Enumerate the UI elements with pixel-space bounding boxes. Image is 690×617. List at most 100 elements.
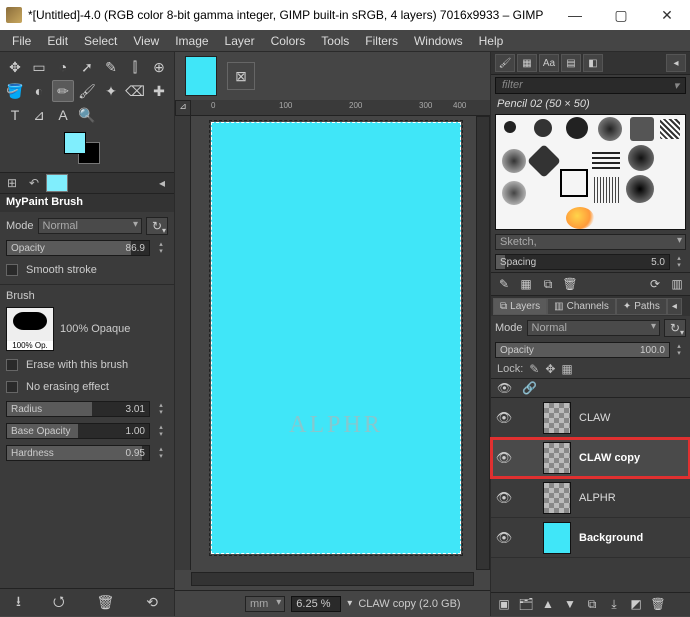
tool-color-picker[interactable]: A — [52, 104, 74, 126]
menu-select[interactable]: Select — [76, 32, 125, 50]
tool-zoom[interactable]: 🔍 — [76, 104, 98, 126]
menu-file[interactable]: File — [4, 32, 39, 50]
tool-brush[interactable]: 🖌 — [76, 80, 98, 102]
layer-thumb[interactable] — [543, 442, 571, 474]
maximize-button[interactable]: ▢ — [598, 0, 644, 30]
dup-layer-icon[interactable]: ⧉ — [583, 597, 601, 612]
tool-gradient[interactable]: ◐ — [28, 80, 50, 102]
opacity-spinner[interactable]: ▴▾ — [154, 241, 168, 255]
image-thumbnail[interactable] — [185, 56, 217, 96]
color-swatches[interactable] — [64, 132, 104, 168]
layer-row[interactable]: 👁 Background — [491, 518, 690, 558]
brush-new-icon[interactable]: ▦ — [517, 276, 535, 292]
eye-icon[interactable]: 👁 — [495, 450, 513, 466]
layer-name[interactable]: CLAW copy — [579, 452, 640, 464]
tool-clone[interactable]: ✦ — [100, 80, 122, 102]
menu-tools[interactable]: Tools — [313, 32, 357, 50]
tool-heal[interactable]: ✚ — [148, 80, 170, 102]
layer-row[interactable]: 👁 CLAW copy — [491, 438, 690, 478]
save-options-icon[interactable]: ⭳ — [16, 591, 21, 615]
merge-layer-icon[interactable]: ⤓ — [605, 597, 623, 612]
restore-options-icon[interactable]: ⭯ — [53, 591, 65, 615]
menu-help[interactable]: Help — [471, 32, 512, 50]
tab-brushes[interactable]: 🖌 — [495, 54, 515, 72]
tool-crop[interactable]: ➚ — [76, 56, 98, 78]
tab-layers[interactable]: ⧉ Layers — [493, 298, 547, 315]
scrollbar-horizontal[interactable] — [191, 572, 474, 586]
spacing-spinner[interactable]: ▴▾ — [672, 255, 686, 269]
brush-grid[interactable] — [495, 114, 686, 230]
tab-gradients[interactable]: ◧ — [583, 54, 603, 72]
tab-history[interactable]: ▤ — [561, 54, 581, 72]
layer-down-icon[interactable]: ▼ — [561, 597, 579, 612]
menu-view[interactable]: View — [125, 32, 167, 50]
brush-del-icon[interactable]: 🗑 — [561, 276, 579, 292]
tool-mypaint-brush[interactable]: ✏ — [52, 80, 74, 102]
mode-reset-button[interactable]: ↻ — [146, 217, 168, 235]
tab-paths[interactable]: ✦ Paths — [616, 298, 667, 315]
ruler-horizontal[interactable]: 0 100 200 300 400 — [191, 100, 490, 116]
brush-dup-icon[interactable]: ⧉ — [539, 276, 557, 292]
scrollbar-vertical[interactable] — [476, 116, 490, 570]
layer-thumb[interactable] — [543, 522, 571, 554]
tool-move[interactable]: ✥ — [4, 56, 26, 78]
layer-opacity-spinner[interactable]: ▴▾ — [672, 343, 686, 357]
layer-name[interactable]: CLAW — [579, 412, 610, 424]
opacity-slider[interactable]: Opacity 86.9 — [6, 240, 150, 256]
layer-row[interactable]: 👁 ALPHR — [491, 478, 690, 518]
menu-image[interactable]: Image — [167, 32, 216, 50]
hardness-slider[interactable]: Hardness0.95 — [6, 445, 150, 461]
spacing-slider[interactable]: Spacing5.0 — [495, 254, 670, 270]
menu-layer[interactable]: Layer — [217, 32, 263, 50]
layer-opacity-slider[interactable]: Opacity100.0 — [495, 342, 670, 358]
tab-menu-icon[interactable]: ◂ — [666, 54, 686, 72]
new-layer-icon[interactable]: ▣ — [495, 597, 513, 612]
tool-bucket[interactable]: 🪣 — [4, 80, 26, 102]
tab-undo-history[interactable] — [46, 174, 68, 192]
close-image-button[interactable]: ⊠ — [227, 62, 255, 90]
brush-preset-dropdown[interactable]: Sketch, — [495, 234, 686, 250]
unit-dropdown[interactable]: mm — [245, 596, 285, 612]
tool-path[interactable]: ⊿ — [28, 104, 50, 126]
layer-mode-switch[interactable]: ↻ — [664, 319, 686, 337]
baseop-slider[interactable]: Base Opacity1.00 — [6, 423, 150, 439]
brush-refresh-icon[interactable]: ⟳ — [646, 276, 664, 292]
brush-edit-icon[interactable]: ✎ — [495, 276, 513, 292]
brush-filter-input[interactable]: filter▾ — [495, 77, 686, 94]
mode-dropdown[interactable]: Normal — [38, 218, 142, 234]
hardness-spinner[interactable]: ▴▾ — [154, 446, 168, 460]
tab-layers-menu[interactable]: ◂ — [667, 298, 682, 315]
tool-rect-select[interactable]: ▭ — [28, 56, 50, 78]
tab-fonts[interactable]: Aa — [539, 54, 559, 72]
delete-layer-icon[interactable]: 🗑 — [649, 597, 667, 612]
layer-mode-dropdown[interactable]: Normal — [527, 320, 660, 336]
close-button[interactable]: ✕ — [644, 0, 690, 30]
mask-layer-icon[interactable]: ◩ — [627, 597, 645, 612]
brush-preview[interactable]: 100% Op. — [6, 307, 54, 351]
zoom-field[interactable]: 6.25 % — [291, 596, 341, 612]
ruler-vertical[interactable] — [175, 116, 191, 570]
menu-colors[interactable]: Colors — [263, 32, 314, 50]
noerase-check[interactable] — [6, 381, 18, 393]
smooth-stroke-check[interactable] — [6, 264, 18, 276]
erase-check[interactable] — [6, 359, 18, 371]
tool-warp[interactable]: ⫿ — [124, 56, 146, 78]
canvas-viewport[interactable]: ALPHR — [191, 116, 474, 570]
canvas[interactable]: ALPHR — [211, 122, 461, 554]
tool-text[interactable]: T — [4, 104, 26, 126]
tab-configure-icon[interactable]: ◂ — [152, 174, 172, 192]
lock-position-icon[interactable]: ✥ — [545, 362, 555, 376]
eye-icon[interactable]: 👁 — [495, 490, 513, 506]
minimize-button[interactable]: — — [552, 0, 598, 30]
layer-name[interactable]: ALPHR — [579, 492, 616, 504]
new-group-icon[interactable]: 🗂 — [517, 597, 535, 612]
fg-color-swatch[interactable] — [64, 132, 86, 154]
lock-alpha-icon[interactable]: ▦ — [561, 362, 572, 376]
radius-spinner[interactable]: ▴▾ — [154, 402, 168, 416]
brush-open-icon[interactable]: ▥ — [668, 276, 686, 292]
tab-tool-options[interactable]: ⊞ — [2, 174, 22, 192]
menu-windows[interactable]: Windows — [406, 32, 471, 50]
radius-slider[interactable]: Radius3.01 — [6, 401, 150, 417]
layer-thumb[interactable] — [543, 402, 571, 434]
lock-pixels-icon[interactable]: ✎ — [529, 362, 539, 376]
